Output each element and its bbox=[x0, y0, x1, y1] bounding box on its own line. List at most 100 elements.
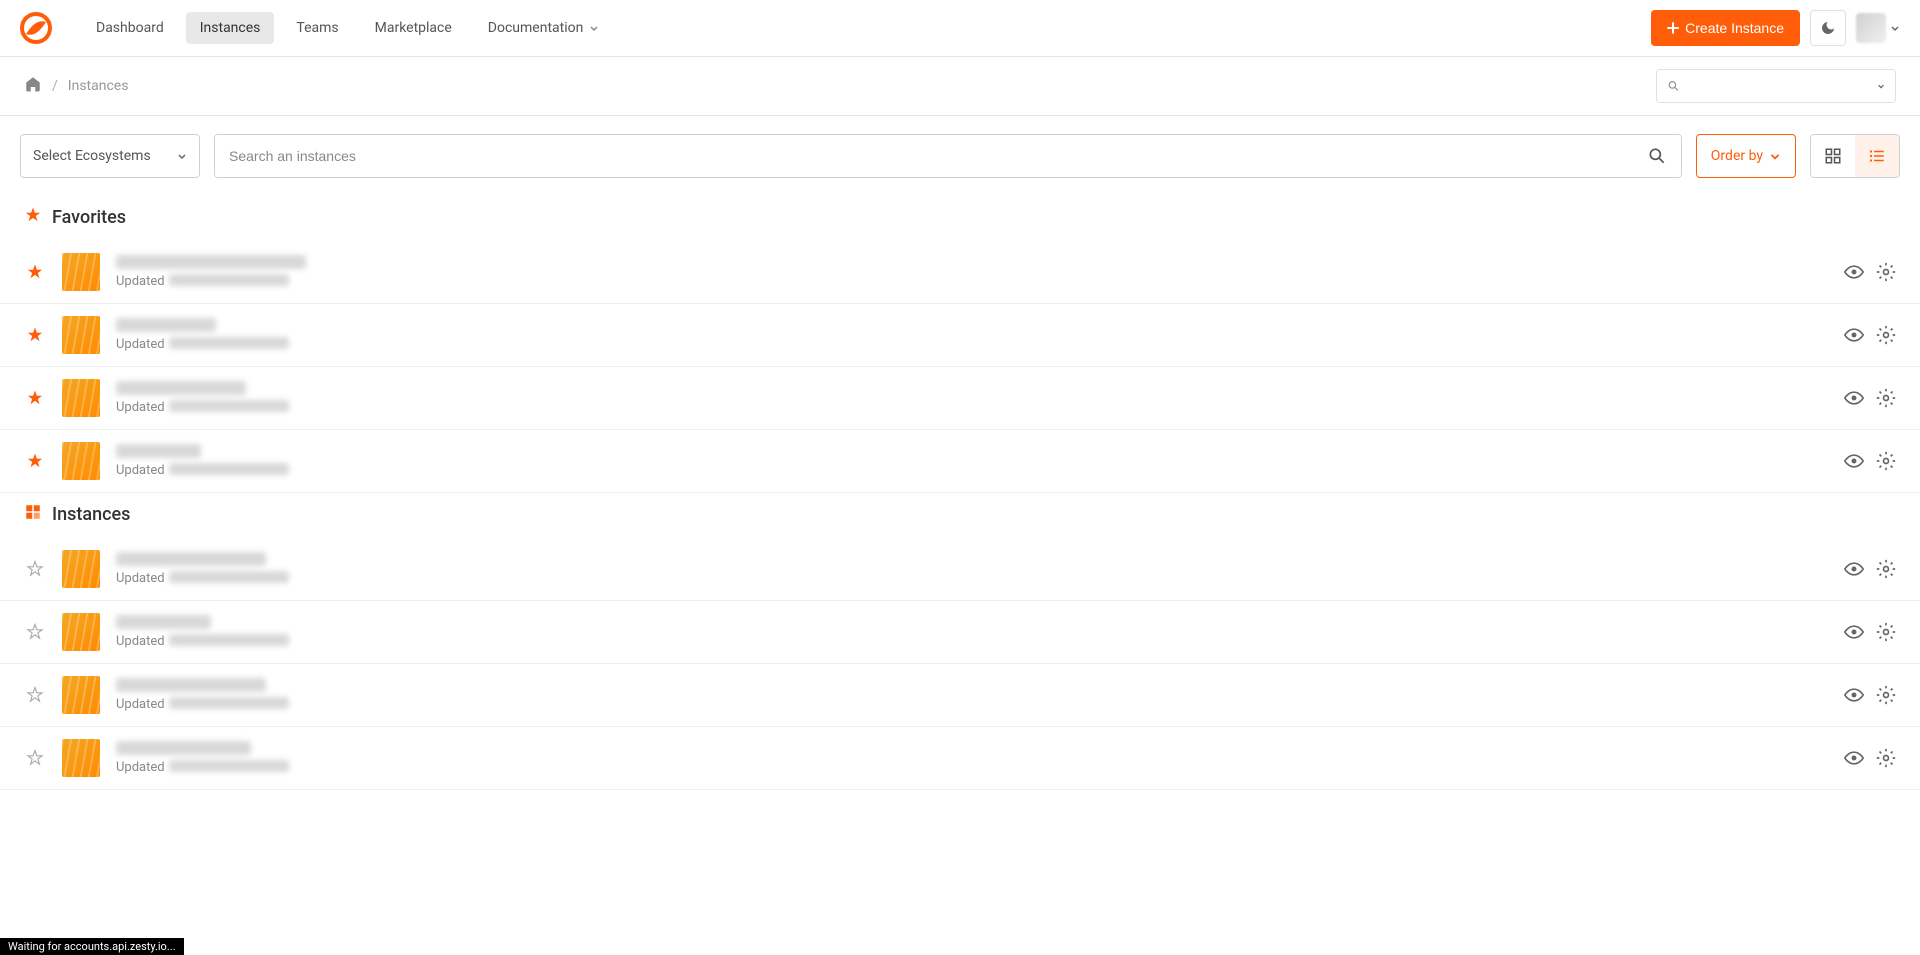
instance-title: x bbox=[116, 444, 1828, 460]
search-icon bbox=[1667, 78, 1680, 94]
grid-view-button[interactable] bbox=[1811, 135, 1855, 177]
instance-text: xUpdated x bbox=[116, 255, 1828, 289]
row-actions bbox=[1844, 262, 1896, 282]
instance-thumbnail bbox=[62, 316, 100, 354]
controls-row: Select Ecosystems Order by bbox=[0, 116, 1920, 196]
settings-icon[interactable] bbox=[1876, 388, 1896, 408]
breadcrumb-separator: / bbox=[52, 78, 58, 94]
settings-icon[interactable] bbox=[1876, 685, 1896, 705]
breadcrumb-bar: / Instances bbox=[0, 57, 1920, 116]
chevron-down-icon bbox=[589, 23, 599, 33]
instance-row[interactable]: x Updated x bbox=[0, 538, 1920, 601]
preview-icon[interactable] bbox=[1844, 325, 1864, 345]
ecosystem-select[interactable]: Select Ecosystems bbox=[20, 134, 200, 178]
row-actions bbox=[1844, 748, 1896, 768]
star-outline-icon[interactable] bbox=[26, 560, 44, 578]
star-outline-icon[interactable] bbox=[26, 686, 44, 704]
star-outline-icon[interactable] bbox=[26, 623, 44, 641]
nav-item-dashboard[interactable]: Dashboard bbox=[82, 12, 178, 44]
instance-thumbnail bbox=[62, 550, 100, 588]
order-by-label: Order by bbox=[1711, 148, 1763, 164]
star-filled-icon[interactable] bbox=[26, 452, 44, 470]
instance-row[interactable]: xUpdated x bbox=[0, 304, 1920, 367]
preview-icon[interactable] bbox=[1844, 388, 1864, 408]
preview-icon[interactable] bbox=[1844, 622, 1864, 642]
instance-thumbnail bbox=[62, 379, 100, 417]
preview-icon[interactable] bbox=[1844, 451, 1864, 471]
home-icon[interactable] bbox=[24, 75, 42, 97]
avatar bbox=[1856, 13, 1886, 43]
plus-icon bbox=[1667, 22, 1679, 34]
star-outline-icon[interactable] bbox=[26, 749, 44, 767]
settings-icon[interactable] bbox=[1876, 451, 1896, 471]
favorite-toggle[interactable] bbox=[24, 560, 46, 578]
nav-item-documentation[interactable]: Documentation bbox=[474, 12, 614, 44]
instance-thumbnail bbox=[62, 442, 100, 480]
nav-item-teams[interactable]: Teams bbox=[282, 12, 352, 44]
favorite-toggle[interactable] bbox=[24, 623, 46, 641]
favorites-header: Favorites bbox=[0, 196, 1920, 241]
instance-row[interactable]: x Updated x bbox=[0, 430, 1920, 493]
breadcrumb-search[interactable] bbox=[1656, 69, 1896, 103]
preview-icon[interactable] bbox=[1844, 559, 1864, 579]
top-nav: DashboardInstancesTeams MarketplaceDocume… bbox=[0, 0, 1920, 57]
nav-item-marketplace[interactable]: Marketplace bbox=[361, 12, 466, 44]
instance-updated: Updated x bbox=[116, 463, 1828, 478]
preview-icon[interactable] bbox=[1844, 262, 1864, 282]
create-instance-label: Create Instance bbox=[1685, 20, 1784, 36]
instance-row[interactable]: xUpdated x bbox=[0, 241, 1920, 304]
nav-item-instances[interactable]: Instances bbox=[186, 12, 275, 44]
list-view-button[interactable] bbox=[1855, 135, 1899, 177]
settings-icon[interactable] bbox=[1876, 559, 1896, 579]
instance-title: x bbox=[116, 552, 1828, 568]
theme-toggle-button[interactable] bbox=[1810, 10, 1846, 46]
row-actions bbox=[1844, 325, 1896, 345]
chevron-down-icon[interactable] bbox=[1877, 81, 1885, 91]
search-instances-input[interactable] bbox=[229, 148, 1647, 164]
favorite-toggle[interactable] bbox=[24, 686, 46, 704]
favorite-toggle[interactable] bbox=[24, 389, 46, 407]
favorites-title: Favorites bbox=[52, 207, 126, 228]
chevron-down-icon bbox=[1890, 23, 1900, 33]
user-menu[interactable] bbox=[1856, 13, 1900, 43]
row-actions bbox=[1844, 388, 1896, 408]
favorite-toggle[interactable] bbox=[24, 452, 46, 470]
star-filled-icon[interactable] bbox=[26, 263, 44, 281]
instance-updated: Updated x bbox=[116, 400, 1828, 415]
preview-icon[interactable] bbox=[1844, 748, 1864, 768]
create-instance-button[interactable]: Create Instance bbox=[1651, 10, 1800, 46]
favorites-list: xUpdated xxUpdated xxUpdated xxUpdated x bbox=[0, 241, 1920, 493]
order-by-button[interactable]: Order by bbox=[1696, 134, 1796, 178]
instance-text: x Updated x bbox=[116, 444, 1828, 478]
favorite-toggle[interactable] bbox=[24, 749, 46, 767]
ecosystem-select-label: Select Ecosystems bbox=[33, 148, 151, 164]
instance-row[interactable]: xUpdated x bbox=[0, 601, 1920, 664]
instance-text: xUpdated x bbox=[116, 678, 1828, 712]
instance-text: xUpdated x bbox=[116, 741, 1828, 775]
favorite-toggle[interactable] bbox=[24, 263, 46, 281]
breadcrumb-search-input[interactable] bbox=[1688, 78, 1869, 94]
instance-thumbnail bbox=[62, 739, 100, 777]
instance-updated: Updated x bbox=[116, 571, 1828, 586]
instance-title: x bbox=[116, 741, 1828, 757]
instance-row[interactable]: xUpdated x bbox=[0, 664, 1920, 727]
settings-icon[interactable] bbox=[1876, 325, 1896, 345]
logo[interactable] bbox=[20, 12, 52, 44]
instance-row[interactable]: xUpdated x bbox=[0, 727, 1920, 790]
instance-row[interactable]: xUpdated x bbox=[0, 367, 1920, 430]
search-icon[interactable] bbox=[1647, 146, 1667, 166]
favorite-toggle[interactable] bbox=[24, 326, 46, 344]
star-filled-icon[interactable] bbox=[26, 326, 44, 344]
chevron-down-icon bbox=[177, 151, 187, 161]
star-filled-icon[interactable] bbox=[26, 389, 44, 407]
preview-icon[interactable] bbox=[1844, 685, 1864, 705]
settings-icon[interactable] bbox=[1876, 622, 1896, 642]
settings-icon[interactable] bbox=[1876, 262, 1896, 282]
moon-icon bbox=[1820, 20, 1836, 36]
instance-updated: Updated x bbox=[116, 274, 1828, 289]
instance-thumbnail bbox=[62, 613, 100, 651]
list-icon bbox=[1868, 147, 1886, 165]
settings-icon[interactable] bbox=[1876, 748, 1896, 768]
instance-text: xUpdated x bbox=[116, 381, 1828, 415]
topnav-right: Create Instance bbox=[1651, 10, 1900, 46]
